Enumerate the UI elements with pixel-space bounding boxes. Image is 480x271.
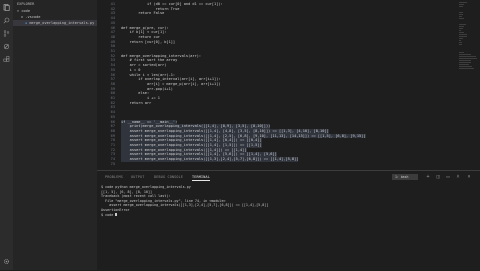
terminal-text: $ code (101, 212, 116, 217)
terminal-cursor (115, 212, 118, 217)
minimap-line (459, 62, 471, 63)
minimap-line (459, 28, 463, 29)
files-icon[interactable] (3, 4, 10, 11)
minimap-line (459, 26, 464, 27)
terminal-text: AssertionError (101, 208, 130, 212)
minimap-line (459, 40, 462, 41)
file-merge-overlapping-intervals[interactable]: ▪ merge_overlapping_intervals.py (13, 20, 109, 26)
minimap-line (459, 68, 474, 69)
minimap-line (459, 12, 463, 13)
settings-icon[interactable] (3, 258, 10, 265)
terminal-text: Traceback (most recent call last): (101, 194, 171, 199)
minimap-line (459, 24, 466, 25)
maximize-panel-icon[interactable]: ˄ (455, 174, 461, 180)
minimap-line (459, 2, 468, 3)
minimap-line (459, 14, 463, 15)
tab-debug-console[interactable]: DEBUG CONSOLE (154, 175, 183, 179)
minimap-line (459, 44, 462, 45)
minimap-line (459, 36, 468, 37)
split-terminal-icon[interactable]: ◫ (435, 174, 441, 180)
minimap-line (459, 6, 463, 7)
explorer-sidebar: EXPLORER > code v .vscode ▪ merge_overla… (13, 0, 109, 270)
minimap[interactable] (456, 0, 480, 170)
close-panel-icon[interactable]: × (466, 174, 472, 180)
minimap-line (459, 38, 464, 39)
code-line[interactable]: return arr (121, 101, 152, 106)
minimap-line (459, 32, 464, 33)
terminal-text: [[1, 5], [6, 8], [8, 10]] (101, 189, 153, 194)
minimap-line (459, 64, 470, 65)
terminal-line: $ code (101, 212, 118, 218)
minimap-line (459, 4, 464, 5)
minimap-line (459, 52, 464, 53)
minimap-line (459, 60, 471, 61)
terminal-text: assert merge_overlapping_intervals([[1,3… (101, 203, 269, 208)
explorer-header: EXPLORER (17, 2, 35, 6)
activity-bar (0, 0, 13, 270)
code-line[interactable]: assert merge_overlapping_intervals([[1,3… (121, 157, 299, 162)
minimap-line (459, 30, 461, 31)
terminal-text: File "merge_overlapping_intervals.py", l… (101, 198, 226, 203)
trash-icon[interactable]: ▭ (445, 174, 451, 180)
minimap-line (459, 34, 468, 35)
tab-terminal[interactable]: TERMINAL (192, 175, 210, 181)
terminal-selector[interactable]: 1: bash (392, 174, 418, 180)
debug-icon[interactable] (3, 43, 10, 50)
extensions-icon[interactable] (3, 56, 10, 63)
code-line[interactable]: return [cur[0], b[1]] (121, 40, 175, 45)
minimap-line (459, 58, 477, 59)
minimap-line (459, 18, 464, 19)
minimap-line (459, 16, 463, 17)
minimap-line (459, 56, 477, 57)
code-line[interactable]: return False (121, 11, 164, 16)
add-terminal-icon[interactable]: + (425, 174, 431, 180)
bottom-panel: PROBLEMS OUTPUT DEBUG CONSOLE TERMINAL 1… (97, 170, 480, 271)
minimap-line (459, 54, 472, 55)
terminal-text: $ code python merge_overlapping_interval… (101, 185, 191, 189)
search-icon[interactable] (3, 17, 10, 24)
minimap-line (459, 66, 472, 67)
line-number: 75 (110, 161, 115, 166)
file-name: merge_overlapping_intervals.py (29, 21, 95, 25)
minimap-line (459, 42, 463, 43)
tab-output[interactable]: OUTPUT (131, 175, 144, 179)
source-control-icon[interactable] (3, 30, 10, 37)
code-editor[interactable]: 41 if (d0 == cur[0] and d1 == cur[1]): 42… (97, 0, 480, 170)
tab-problems[interactable]: PROBLEMS (105, 175, 123, 179)
